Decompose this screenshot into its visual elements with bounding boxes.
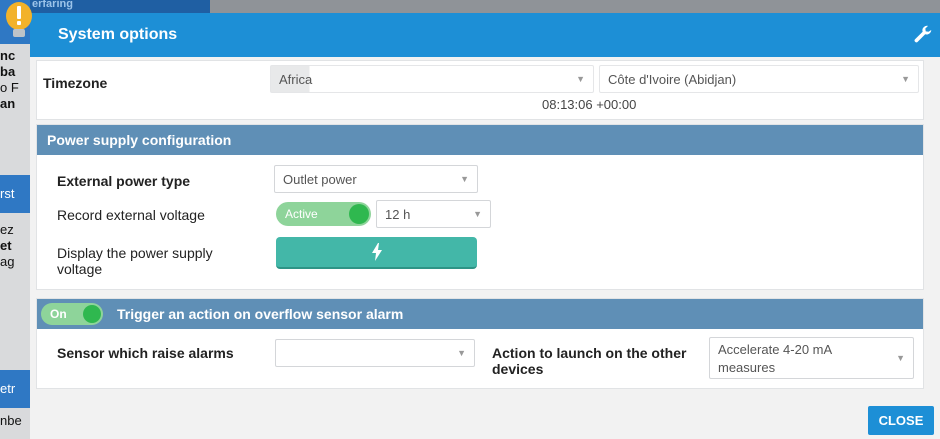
action-label-line: Action to launch on the other <box>492 345 687 361</box>
lightbulb-icon[interactable] <box>4 0 34 40</box>
background-topbar-segment: erfaring <box>30 0 210 13</box>
background-text: an <box>0 96 16 111</box>
background-text: o F <box>0 80 19 95</box>
lightning-bolt-icon <box>371 243 382 261</box>
record-voltage-toggle[interactable]: Active <box>276 202 371 226</box>
record-interval-value: 12 h <box>385 207 411 222</box>
background-text: nbe <box>0 413 22 428</box>
overflow-alarm-toggle[interactable]: On <box>41 303 103 325</box>
action-value-line: Accelerate 4-20 mA <box>718 342 833 357</box>
current-time: 08:13:06 +00:00 <box>542 97 637 112</box>
chevron-down-icon: ▼ <box>473 209 482 219</box>
toggle-knob <box>349 204 369 224</box>
overflow-alarm-toggle-label: On <box>50 307 67 321</box>
background-sidebar: nc ba o F an rst ez et ag etr nbe <box>0 0 30 439</box>
background-strip: rst <box>0 175 30 213</box>
display-voltage-label-line: voltage <box>57 261 103 277</box>
sensor-alarms-select[interactable]: ▼ <box>275 339 475 367</box>
close-button[interactable]: CLOSE <box>868 406 934 435</box>
dialog-title: System options <box>58 26 178 43</box>
overflow-alarm-title: Trigger an action on overflow sensor ala… <box>117 306 404 322</box>
external-power-type-label: External power type <box>57 173 191 189</box>
system-options-dialog: System options Timezone Africa ▼ Côte d'… <box>30 13 940 439</box>
action-label-line: devices <box>492 361 544 377</box>
power-supply-panel: Power supply configuration External powe… <box>36 124 924 290</box>
background-text: ez <box>0 222 14 237</box>
toggle-knob <box>83 305 101 323</box>
wrench-icon[interactable] <box>912 24 934 46</box>
overflow-alarm-panel: On Trigger an action on overflow sensor … <box>36 298 924 389</box>
chevron-down-icon: ▼ <box>896 353 905 363</box>
display-voltage-label-line: Display the power supply <box>57 245 213 261</box>
action-value-line: measures <box>718 360 776 375</box>
timezone-city-value: Côte d'Ivoire (Abidjan) <box>608 72 737 87</box>
timezone-label: Timezone <box>43 75 108 91</box>
timezone-region-select[interactable]: Africa ▼ <box>270 65 594 93</box>
background-strip: etr <box>0 370 30 408</box>
external-power-type-select[interactable]: Outlet power ▼ <box>274 165 478 193</box>
sensor-alarms-label: Sensor which raise alarms <box>57 345 234 361</box>
timezone-panel: Timezone Africa ▼ Côte d'Ivoire (Abidjan… <box>36 60 924 120</box>
background-text: et <box>0 238 12 253</box>
power-supply-header: Power supply configuration <box>37 125 923 155</box>
chevron-down-icon: ▼ <box>460 174 469 184</box>
record-voltage-label: Record external voltage <box>57 207 205 223</box>
background-text: rst <box>0 186 15 201</box>
background-text: nc <box>0 48 16 63</box>
display-voltage-button[interactable] <box>276 237 477 269</box>
record-interval-select[interactable]: 12 h ▼ <box>376 200 491 228</box>
background-text: etr <box>0 381 16 396</box>
background-text: ba <box>0 64 16 79</box>
background-topbar: erfaring <box>30 0 940 13</box>
record-voltage-toggle-label: Active <box>285 207 318 221</box>
timezone-region-value: Africa <box>279 72 313 87</box>
background-text: erfaring <box>32 0 73 10</box>
overflow-alarm-header: On Trigger an action on overflow sensor … <box>37 299 923 329</box>
action-label: Action to launch on the other devices <box>492 345 686 377</box>
timezone-city-select[interactable]: Côte d'Ivoire (Abidjan) ▼ <box>599 65 919 93</box>
power-supply-title: Power supply configuration <box>47 132 232 148</box>
background-text: ag <box>0 254 15 269</box>
external-power-type-value: Outlet power <box>283 172 357 187</box>
chevron-down-icon: ▼ <box>576 74 585 84</box>
chevron-down-icon: ▼ <box>457 348 466 358</box>
display-voltage-label: Display the power supply voltage <box>57 245 213 277</box>
dialog-titlebar: System options <box>30 13 940 57</box>
chevron-down-icon: ▼ <box>901 74 910 84</box>
action-select[interactable]: Accelerate 4-20 mA measures ▼ <box>709 337 914 379</box>
